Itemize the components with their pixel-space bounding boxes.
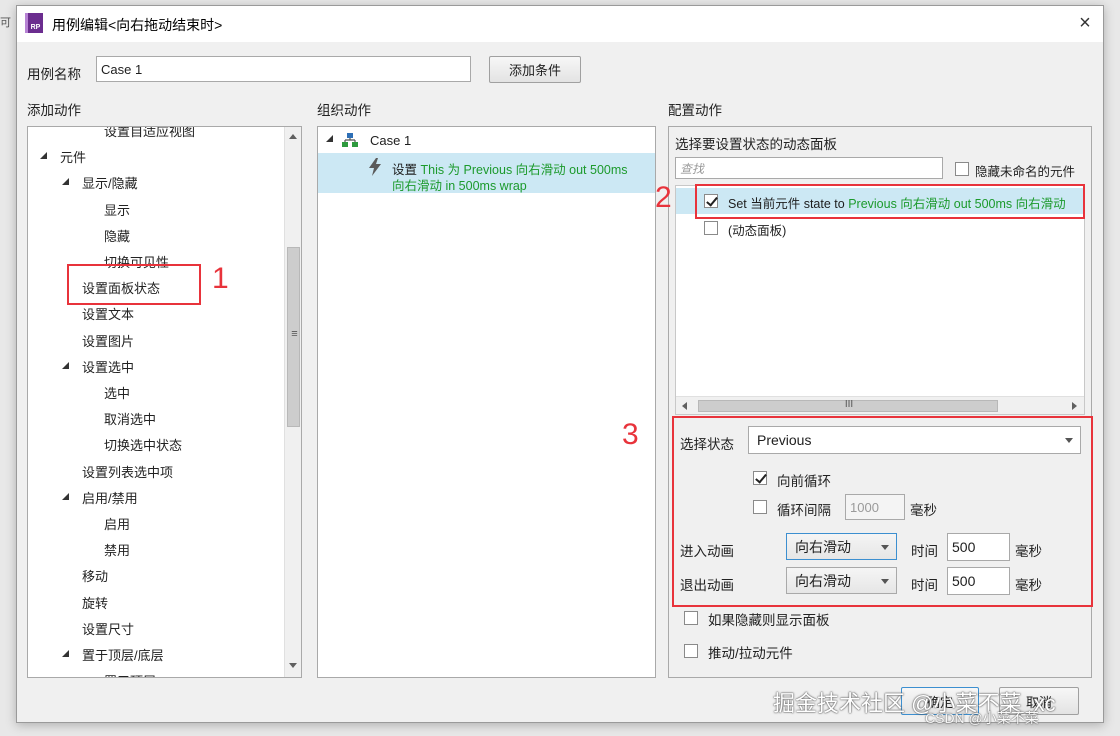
case-tree-icon: [342, 133, 358, 147]
scroll-down-arrow-icon[interactable]: [289, 663, 297, 668]
annotation-number-1: 1: [212, 262, 229, 295]
tree-item[interactable]: 元件: [60, 147, 86, 166]
left-vertical-scrollbar[interactable]: ≡: [284, 127, 301, 677]
action-tree-list: 设置自适应视图 元件 显示/隐藏 显示 隐藏 切换可见性 设置面板状态 设置文本 设置图片 设置选…: [28, 127, 284, 677]
close-icon[interactable]: ×: [1073, 11, 1097, 35]
dynamic-panel-list: Set 当前元件 state to Previous 向右滑动 out 500m…: [675, 185, 1085, 415]
background-text-fragment: 可 /: [0, 17, 14, 29]
organize-actions-header: 组织动作: [317, 103, 371, 118]
lightning-icon: [369, 158, 381, 176]
selected-action-row[interactable]: 设置 This 为 Previous 向右滑动 out 500ms 向右滑动 i…: [318, 153, 655, 193]
hscroll-thumb[interactable]: III: [698, 399, 998, 412]
tree-item[interactable]: 显示/隐藏: [82, 173, 138, 192]
case-name-input[interactable]: Case 1: [96, 56, 471, 82]
tree-item[interactable]: 设置自适应视图: [104, 127, 195, 140]
tree-item[interactable]: 显示: [104, 200, 130, 219]
tree-item[interactable]: 设置图片: [82, 331, 134, 350]
use-case-editor-dialog: RP 用例编辑<向右拖动结束时> × 用例名称 Case 1 添加条件 添加动作…: [16, 5, 1104, 723]
panel-row-dynamic-label: (动态面板): [728, 224, 787, 238]
panel-list-hscrollbar[interactable]: III: [676, 396, 1084, 414]
tree-item[interactable]: 设置选中: [82, 357, 134, 376]
panel-row-dynamic-checkbox[interactable]: [704, 221, 718, 235]
annotation-number-2: 2: [655, 181, 672, 214]
window-title: 用例编辑<向右拖动结束时>: [52, 17, 223, 33]
tree-item[interactable]: 移动: [82, 566, 108, 585]
expander-triangle-icon[interactable]: [62, 178, 69, 186]
push-pull-checkbox[interactable]: [684, 644, 698, 658]
tree-item[interactable]: 隐藏: [104, 226, 130, 245]
tree-item[interactable]: 置于顶层: [104, 671, 156, 677]
scroll-left-arrow-icon[interactable]: [682, 402, 687, 410]
add-action-header: 添加动作: [27, 103, 81, 118]
tree-item[interactable]: 选中: [104, 383, 130, 402]
annotation-box-1: [67, 264, 201, 305]
tree-item[interactable]: 取消选中: [104, 409, 156, 428]
tree-item[interactable]: 设置文本: [82, 304, 134, 323]
annotation-box-2: [695, 184, 1085, 219]
annotation-box-3: [672, 416, 1093, 607]
tree-item[interactable]: 启用/禁用: [82, 488, 138, 507]
organize-actions-panel: Case 1 设置 This 为 Previous 向右滑动 out 500ms…: [317, 126, 656, 678]
action-detail-2: 向右滑动 in 500ms wrap: [392, 179, 527, 193]
hide-unnamed-checkbox[interactable]: [955, 162, 969, 176]
panel-search-input[interactable]: 查找: [675, 157, 943, 179]
scroll-up-arrow-icon[interactable]: [289, 134, 297, 139]
tree-item[interactable]: 启用: [104, 514, 130, 533]
expander-triangle-icon[interactable]: [40, 152, 47, 160]
expander-triangle-icon[interactable]: [62, 361, 69, 369]
tree-item[interactable]: 禁用: [104, 540, 130, 559]
push-pull-label: 推动/拉动元件: [708, 646, 793, 661]
show-if-hidden-label: 如果隐藏则显示面板: [708, 613, 830, 628]
expander-triangle-icon[interactable]: [62, 650, 69, 657]
watermark-csdn: CSDN @小菜不菜: [925, 710, 1039, 726]
title-bar: RP 用例编辑<向右拖动结束时> ×: [17, 6, 1103, 42]
tree-item[interactable]: 旋转: [82, 593, 108, 612]
collapse-triangle-icon[interactable]: [326, 135, 333, 142]
configure-action-header: 配置动作: [668, 103, 722, 118]
tree-item[interactable]: 置于顶层/底层: [82, 645, 164, 664]
tree-item[interactable]: 切换选中状态: [104, 435, 182, 454]
scroll-right-arrow-icon[interactable]: [1072, 402, 1077, 410]
expander-triangle-icon[interactable]: [62, 492, 69, 500]
hscroll-grip-icon: III: [844, 399, 854, 410]
tree-item[interactable]: 设置尺寸: [82, 619, 134, 638]
axure-app-icon: RP: [25, 13, 43, 33]
show-if-hidden-checkbox[interactable]: [684, 611, 698, 625]
case-node-label[interactable]: Case 1: [370, 133, 411, 148]
annotation-number-3: 3: [622, 418, 639, 451]
hide-unnamed-label: 隐藏未命名的元件: [975, 165, 1076, 179]
case-name-label: 用例名称: [27, 67, 81, 82]
scroll-thumb[interactable]: ≡: [287, 247, 300, 427]
add-condition-button[interactable]: 添加条件: [489, 56, 581, 83]
add-action-tree: 设置自适应视图 元件 显示/隐藏 显示 隐藏 切换可见性 设置面板状态 设置文本 设置图片 设置选…: [27, 126, 302, 678]
tree-item[interactable]: 设置列表选中项: [82, 462, 173, 481]
scroll-grip-icon: ≡: [291, 328, 298, 340]
select-panel-subheader: 选择要设置状态的动态面板: [675, 137, 837, 152]
